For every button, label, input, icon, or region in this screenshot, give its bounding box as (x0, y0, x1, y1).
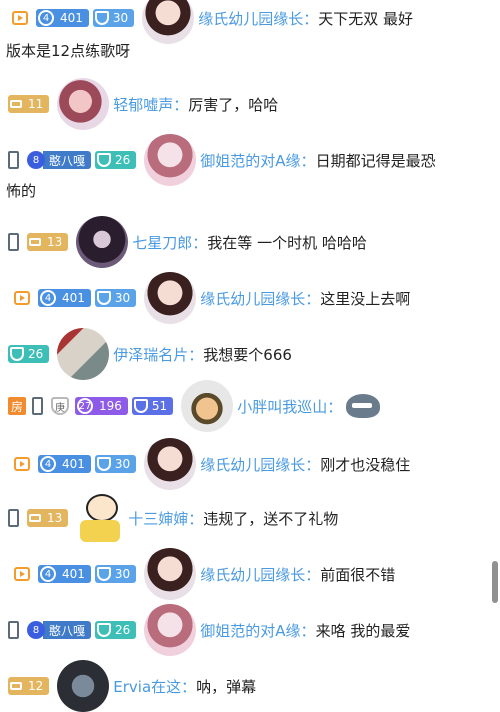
gold-badge: 12 (8, 677, 50, 695)
message-text: 来咯 我的最爱 (315, 621, 411, 640)
username[interactable]: 七星刀郎： (132, 232, 207, 253)
fan-badge: 26 (95, 621, 137, 639)
message-text: 呐，弹幕 (196, 677, 257, 696)
avatar[interactable] (76, 216, 129, 268)
live-icon (14, 457, 30, 471)
phone-icon (8, 151, 19, 169)
avatar[interactable] (76, 492, 124, 544)
live-icon (14, 567, 30, 581)
username[interactable]: 伊泽瑞名片： (113, 344, 203, 365)
fan-badge: 30 (94, 565, 137, 583)
username[interactable]: 小胖叫我巡山： (237, 396, 342, 417)
live-icon (14, 291, 30, 305)
level-badge: 4 401 (38, 565, 91, 583)
avatar[interactable] (57, 78, 110, 130)
room-admin-badge: 房 (8, 397, 26, 415)
fan-badge: 30 (94, 455, 137, 473)
message-text: 厉害了，哈哈 (188, 95, 279, 114)
guard-badge: 庚 (51, 397, 69, 415)
avatar[interactable] (144, 604, 197, 656)
message-text: 我在等 一个时机 哈哈哈 (207, 233, 367, 252)
message-text: 我想要个666 (203, 345, 292, 364)
username[interactable]: 御姐范的对A缘： (200, 150, 315, 171)
level-badge: 4 401 (38, 289, 91, 307)
message-text: 日期都记得是最恐 (315, 151, 436, 170)
fan-badge: 30 (92, 9, 135, 27)
username[interactable]: 缘氏幼儿园缘长： (200, 564, 320, 585)
gold-badge: 11 (8, 95, 50, 113)
phone-icon (32, 397, 43, 415)
phone-icon (8, 233, 19, 251)
level-badge: 27 196 (75, 397, 128, 415)
avatar[interactable] (144, 134, 197, 186)
message-text-continued: 怖的 (6, 182, 37, 200)
username[interactable]: 御姐范的对A缘： (200, 620, 315, 641)
message-text: 违规了，送不了礼物 (203, 509, 339, 528)
level-badge: 4 401 (36, 9, 89, 27)
avatar[interactable] (144, 272, 197, 324)
message-text: 这里没上去啊 (320, 289, 411, 308)
scrollbar[interactable] (492, 561, 498, 603)
username[interactable]: 轻郁嘘声： (113, 94, 188, 115)
avatar[interactable] (144, 548, 197, 600)
avatar[interactable] (181, 380, 234, 432)
fan-badge: 26 (8, 345, 50, 363)
username[interactable]: 十三婶婶： (128, 508, 203, 529)
username[interactable]: 缘氏幼儿园缘长： (200, 454, 320, 475)
avatar[interactable] (144, 438, 197, 490)
message-text: 前面很不错 (320, 565, 396, 584)
username[interactable]: 缘氏幼儿园缘长： (200, 288, 320, 309)
username[interactable]: Ervia在这： (113, 676, 196, 697)
live-icon (12, 11, 28, 25)
fan-club-badge: 8 憨八嘎 (27, 151, 92, 169)
message-text: 天下无双 最好 (318, 9, 413, 28)
username[interactable]: 缘氏幼儿园缘长： (198, 8, 318, 29)
phone-icon (8, 621, 19, 639)
fan-badge: 51 (131, 397, 174, 415)
fan-badge: 30 (94, 289, 137, 307)
message-text-continued: 版本是12点练歌呀 (6, 42, 131, 60)
gold-badge: 13 (27, 233, 69, 251)
gold-badge: 13 (27, 509, 69, 527)
fan-badge: 26 (95, 151, 137, 169)
chat-feed: 4 401 30 缘氏幼儿园缘长： 天下无双 最好 版本是12点练歌呀 11 轻郁… (0, 0, 500, 712)
phone-icon (8, 509, 19, 527)
avatar[interactable] (57, 328, 110, 380)
fan-club-badge: 8 憨八嘎 (27, 621, 92, 639)
level-badge: 4 401 (38, 455, 91, 473)
avatar[interactable] (142, 0, 195, 44)
avatar[interactable] (57, 660, 110, 712)
message-text: 刚才也没稳住 (320, 455, 411, 474)
shark-emote-icon (346, 394, 381, 418)
